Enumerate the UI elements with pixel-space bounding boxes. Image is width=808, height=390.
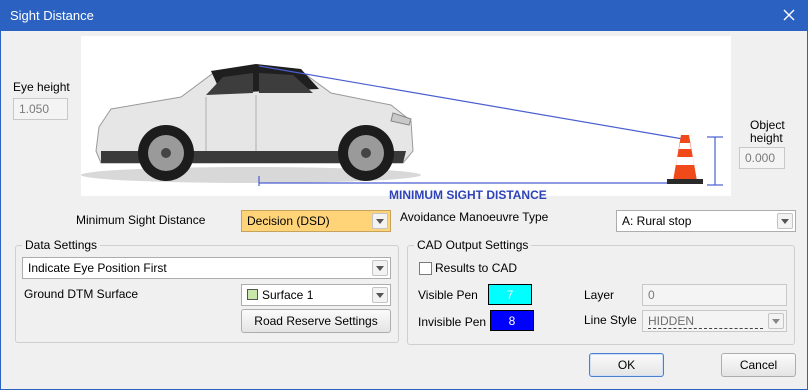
- chevron-down-icon[interactable]: [372, 287, 388, 303]
- line-style-value: HIDDEN: [648, 314, 695, 328]
- results-to-cad-label: Results to CAD: [435, 261, 518, 275]
- eye-height-field[interactable]: 1.050: [13, 98, 68, 120]
- dialog-body: Eye height 1.050 Object height 0.000 MIN…: [0, 31, 808, 390]
- min-sight-distance-caption: MINIMUM SIGHT DISTANCE: [389, 188, 547, 202]
- ground-dtm-label: Ground DTM Surface: [24, 287, 139, 301]
- chevron-down-icon[interactable]: [768, 313, 784, 329]
- avoidance-manoeuvre-label: Avoidance Manoeuvre Type: [400, 210, 549, 224]
- ground-dtm-select[interactable]: Surface 1: [241, 284, 391, 306]
- layer-field[interactable]: 0: [642, 284, 787, 306]
- cancel-button[interactable]: Cancel: [721, 353, 796, 377]
- sight-distance-diagram: [1, 31, 808, 201]
- object-height-label-line2: height: [750, 131, 783, 145]
- dashed-line-preview: [648, 328, 763, 329]
- avoidance-manoeuvre-select[interactable]: A: Rural stop: [616, 210, 796, 232]
- line-style-label: Line Style: [584, 313, 637, 327]
- eye-position-select[interactable]: Indicate Eye Position First: [22, 257, 391, 279]
- cad-output-legend: CAD Output Settings: [414, 238, 532, 252]
- ok-button[interactable]: OK: [589, 353, 664, 377]
- visible-pen-swatch[interactable]: 7: [488, 284, 532, 305]
- chevron-down-icon[interactable]: [777, 213, 793, 229]
- eye-position-value: Indicate Eye Position First: [28, 261, 167, 275]
- object-height-field[interactable]: 0.000: [739, 147, 785, 169]
- close-icon[interactable]: [778, 5, 800, 25]
- invisible-pen-swatch[interactable]: 8: [490, 310, 534, 331]
- window-title: Sight Distance: [10, 8, 94, 23]
- chevron-down-icon[interactable]: [372, 213, 388, 229]
- ground-dtm-value: Surface 1: [262, 288, 314, 302]
- data-settings-legend: Data Settings: [22, 238, 101, 252]
- road-reserve-settings-button[interactable]: Road Reserve Settings: [241, 309, 391, 333]
- eye-height-label: Eye height: [13, 80, 70, 94]
- surface-swatch: [247, 289, 258, 300]
- layer-label: Layer: [584, 288, 615, 302]
- invisible-pen-label: Invisible Pen: [418, 315, 487, 329]
- chevron-down-icon[interactable]: [372, 260, 388, 276]
- min-sight-distance-value: Decision (DSD): [247, 214, 330, 228]
- diagram-graphic: [81, 36, 731, 196]
- object-height-label-line1: Object: [750, 118, 785, 132]
- min-sight-distance-label: Minimum Sight Distance: [76, 213, 206, 227]
- title-bar: Sight Distance: [0, 0, 808, 31]
- results-to-cad-checkbox[interactable]: [419, 262, 432, 275]
- avoidance-manoeuvre-value: A: Rural stop: [622, 214, 692, 228]
- line-style-select[interactable]: HIDDEN: [642, 310, 787, 332]
- visible-pen-label: Visible Pen: [418, 288, 478, 302]
- min-sight-distance-select[interactable]: Decision (DSD): [241, 210, 391, 232]
